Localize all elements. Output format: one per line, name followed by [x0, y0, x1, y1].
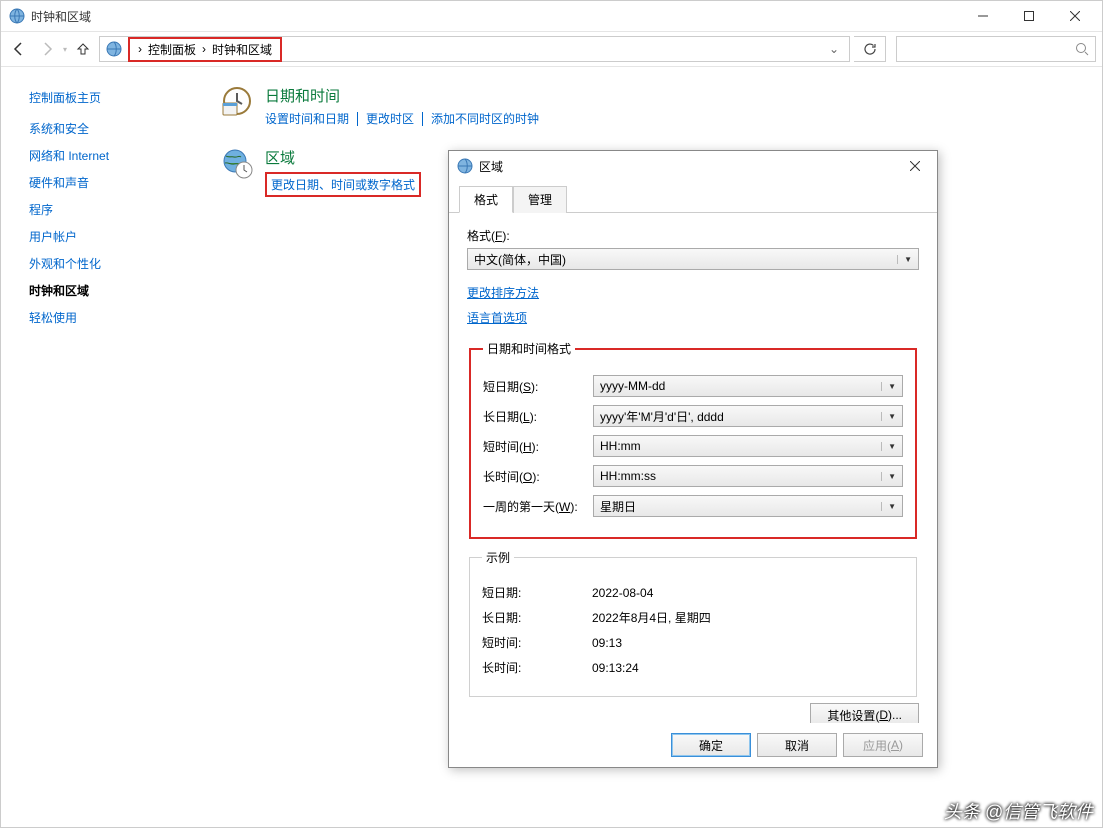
dialog-tabs: 格式 管理: [449, 181, 937, 213]
crumb-current[interactable]: 时钟和区域: [212, 41, 272, 58]
tab-format[interactable]: 格式: [459, 186, 513, 213]
link-change-tz[interactable]: 更改时区: [366, 110, 414, 127]
combo-long-time[interactable]: HH:mm:ss▼: [593, 465, 903, 487]
maximize-button[interactable]: [1006, 1, 1052, 31]
combo-long-date[interactable]: yyyy'年'M'月'd'日', dddd▼: [593, 405, 903, 427]
chevron-down-icon: ▼: [881, 502, 896, 511]
region-dialog: 区域 格式 管理 格式(F): 中文(简体，中国) ▼ 更改排序方法 语言首选项…: [448, 150, 938, 768]
label-short-time: 短时间(H):: [483, 438, 593, 455]
crumb-root[interactable]: 控制面板: [148, 41, 196, 58]
dialog-titlebar: 区域: [449, 151, 937, 181]
address-globe-icon: [106, 41, 122, 57]
chevron-down-icon: ▼: [881, 472, 896, 481]
combo-short-time[interactable]: HH:mm▼: [593, 435, 903, 457]
section-region-title[interactable]: 区域: [265, 147, 421, 168]
sidebar-item-programs[interactable]: 程序: [29, 201, 191, 218]
link-add-clocks[interactable]: 添加不同时区的时钟: [431, 110, 539, 127]
close-button[interactable]: [1052, 1, 1098, 31]
sidebar-item-system[interactable]: 系统和安全: [29, 120, 191, 137]
other-settings-button[interactable]: 其他设置(D)...: [810, 703, 919, 723]
tab-admin[interactable]: 管理: [513, 186, 567, 213]
sidebar: 控制面板主页 系统和安全 网络和 Internet 硬件和声音 程序 用户帐户 …: [1, 67, 201, 827]
sidebar-item-ease[interactable]: 轻松使用: [29, 309, 191, 326]
group-date-time-format: 日期和时间格式 短日期(S): yyyy-MM-dd▼ 长日期(L): yyyy…: [469, 340, 917, 539]
combo-first-day[interactable]: 星期日▼: [593, 495, 903, 517]
search-input[interactable]: [896, 36, 1096, 62]
refresh-button[interactable]: [854, 36, 886, 62]
label-format: 格式(F):: [467, 227, 919, 244]
titlebar: 时钟和区域: [1, 1, 1102, 31]
sidebar-item-users[interactable]: 用户帐户: [29, 228, 191, 245]
combo-format[interactable]: 中文(简体，中国) ▼: [467, 248, 919, 270]
clock-icon: [221, 85, 253, 117]
window-title: 时钟和区域: [31, 8, 960, 25]
sample-short-time-v: 09:13: [592, 636, 622, 650]
sidebar-item-clock-region[interactable]: 时钟和区域: [29, 282, 191, 299]
section-datetime: 日期和时间 设置时间和日期 更改时区 添加不同时区的时钟: [221, 85, 1082, 127]
group-sample-legend: 示例: [482, 549, 514, 566]
sidebar-item-network[interactable]: 网络和 Internet: [29, 147, 191, 164]
dialog-close-button[interactable]: [899, 154, 931, 178]
apply-button[interactable]: 应用(A): [843, 733, 923, 757]
link-set-time[interactable]: 设置时间和日期: [265, 110, 349, 127]
chevron-down-icon: ▼: [881, 442, 896, 451]
dialog-globe-icon: [457, 158, 473, 174]
sample-short-date-l: 短日期:: [482, 584, 592, 601]
globe-clock-icon: [221, 147, 253, 179]
dialog-title: 区域: [479, 158, 899, 175]
sample-short-date-v: 2022-08-04: [592, 586, 653, 600]
sample-long-date-v: 2022年8月4日, 星期四: [592, 609, 711, 626]
forward-button[interactable]: [35, 37, 59, 61]
back-button[interactable]: [7, 37, 31, 61]
sidebar-heading[interactable]: 控制面板主页: [29, 89, 191, 106]
up-button[interactable]: [71, 37, 95, 61]
sidebar-item-appearance[interactable]: 外观和个性化: [29, 255, 191, 272]
link-language-prefs[interactable]: 语言首选项: [467, 309, 527, 326]
sample-long-time-v: 09:13:24: [592, 661, 639, 675]
sidebar-item-hardware[interactable]: 硬件和声音: [29, 174, 191, 191]
sample-long-date-l: 长日期:: [482, 609, 592, 626]
chevron-down-icon: ▼: [881, 412, 896, 421]
ok-button[interactable]: 确定: [671, 733, 751, 757]
label-long-date: 长日期(L):: [483, 408, 593, 425]
label-long-time: 长时间(O):: [483, 468, 593, 485]
group-sample: 示例 短日期:2022-08-04 长日期:2022年8月4日, 星期四 短时间…: [469, 549, 917, 697]
nav-row: ▾ › 控制面板 › 时钟和区域 ⌄: [1, 31, 1102, 67]
link-sort-method[interactable]: 更改排序方法: [467, 284, 539, 301]
history-dropdown-icon[interactable]: ▾: [63, 45, 67, 54]
minimize-button[interactable]: [960, 1, 1006, 31]
chevron-down-icon: ▼: [897, 255, 912, 264]
sample-long-time-l: 长时间:: [482, 659, 592, 676]
label-first-day: 一周的第一天(W):: [483, 498, 593, 515]
link-change-format[interactable]: 更改日期、时间或数字格式: [265, 172, 421, 197]
breadcrumb[interactable]: › 控制面板 › 时钟和区域: [128, 37, 282, 62]
label-short-date: 短日期(S):: [483, 378, 593, 395]
address-bar[interactable]: › 控制面板 › 时钟和区域 ⌄: [99, 36, 850, 62]
section-datetime-title[interactable]: 日期和时间: [265, 85, 539, 106]
search-icon: [1075, 42, 1089, 56]
chevron-down-icon: ▼: [881, 382, 896, 391]
cancel-button[interactable]: 取消: [757, 733, 837, 757]
combo-short-date[interactable]: yyyy-MM-dd▼: [593, 375, 903, 397]
globe-icon: [9, 8, 25, 24]
group-format-legend: 日期和时间格式: [483, 340, 575, 357]
sample-short-time-l: 短时间:: [482, 634, 592, 651]
address-dropdown-icon[interactable]: ⌄: [829, 42, 843, 56]
